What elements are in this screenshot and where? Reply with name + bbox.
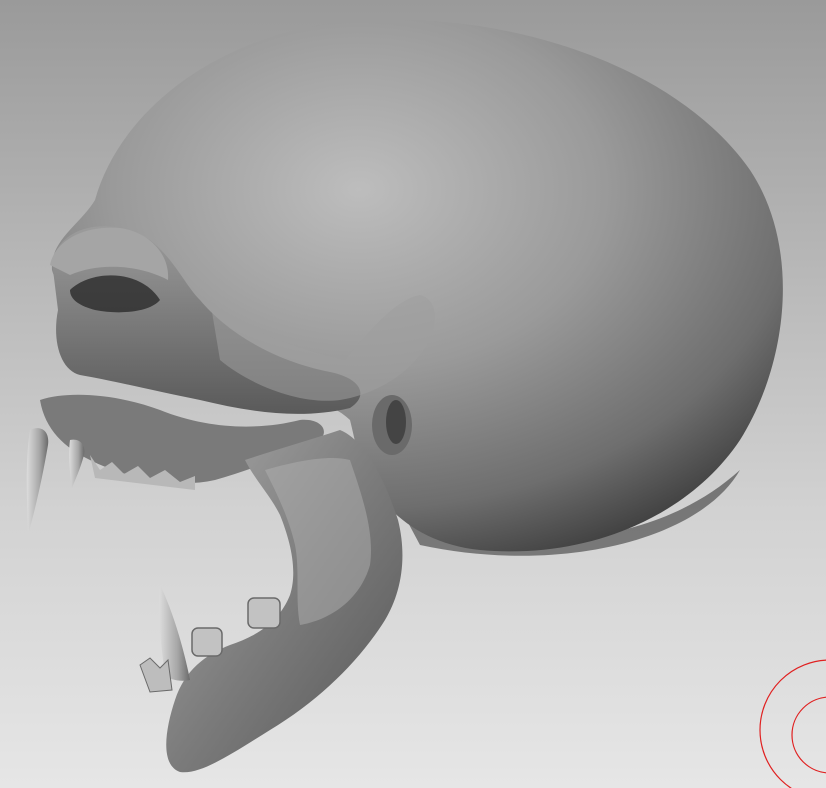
lower-tooth-2 <box>247 597 281 629</box>
sculpt-viewport[interactable] <box>0 0 826 788</box>
upper-fang-right <box>69 439 85 488</box>
skull-model[interactable] <box>0 0 826 788</box>
upper-fang-left <box>26 428 49 535</box>
ear-canal-inner <box>386 400 406 444</box>
lower-incisors <box>139 657 173 693</box>
lower-tooth-1 <box>191 627 223 657</box>
